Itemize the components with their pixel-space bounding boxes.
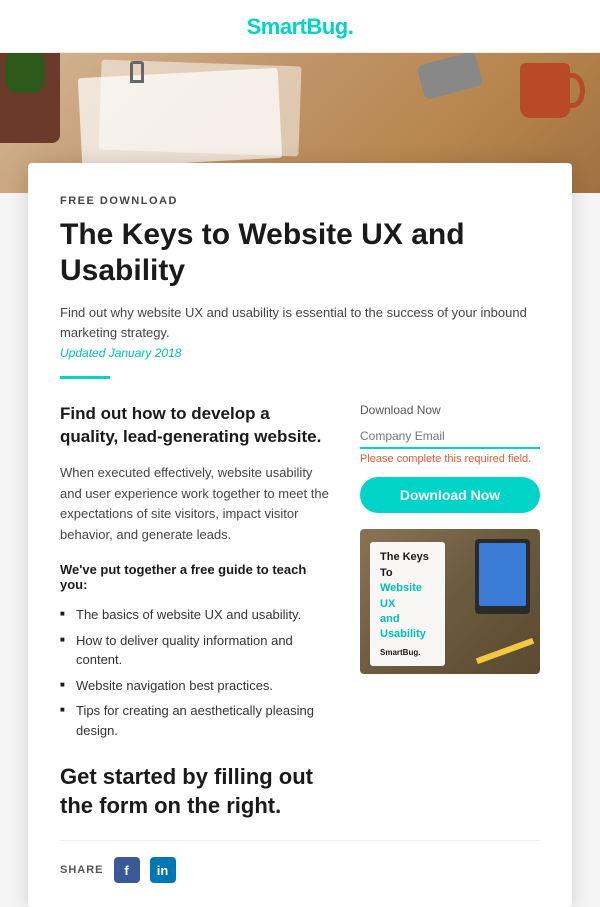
subtitle-text: Find out why website UX and usability is…: [60, 303, 540, 342]
mug-decoration: [520, 63, 570, 118]
free-download-label: FREE DOWNLOAD: [60, 195, 540, 207]
updated-date: Updated January 2018: [60, 346, 540, 360]
book-cover-logo: SmartBug.: [380, 647, 435, 658]
book-cover-card: The Keys To Website UX and Usability Sma…: [370, 542, 445, 666]
book-cover-image: The Keys To Website UX and Usability Sma…: [360, 529, 540, 674]
linkedin-icon[interactable]: in: [150, 857, 176, 883]
list-item: The basics of website UX and usability.: [60, 602, 332, 628]
phone-decoration: [416, 53, 483, 100]
share-row: SHARE f in: [60, 840, 540, 883]
list-item: Website navigation best practices.: [60, 673, 332, 699]
paper-decoration-1: [78, 68, 282, 168]
logo-text: SmartBug.: [247, 14, 354, 39]
book-title-line1: The Keys To: [380, 551, 429, 578]
section-heading: Find out how to develop a quality, lead-…: [60, 403, 332, 449]
main-title: The Keys to Website UX and Usability: [60, 217, 540, 289]
list-item: Tips for creating an aesthetically pleas…: [60, 698, 332, 743]
left-column: Find out how to develop a quality, lead-…: [60, 403, 332, 840]
plant-decoration: [0, 53, 60, 143]
bullet-list: The basics of website UX and usability. …: [60, 602, 332, 743]
main-card: FREE DOWNLOAD The Keys to Website UX and…: [28, 163, 572, 907]
book-cover-overlay: The Keys To Website UX and Usability Sma…: [360, 534, 540, 674]
content-columns: Find out how to develop a quality, lead-…: [60, 403, 540, 840]
facebook-icon[interactable]: f: [114, 857, 140, 883]
email-field[interactable]: [360, 425, 540, 449]
site-logo: SmartBug.: [0, 14, 600, 40]
download-now-label: Download Now: [360, 403, 540, 417]
download-button[interactable]: Download Now: [360, 477, 540, 513]
error-message: Please complete this required field.: [360, 453, 540, 465]
teal-divider: [60, 376, 110, 379]
clip-decoration: [130, 61, 144, 83]
book-title-line2: Website UX: [380, 582, 422, 609]
cta-heading: Get started by filling out the form on t…: [60, 763, 332, 820]
body-text: When executed effectively, website usabi…: [60, 463, 332, 546]
right-column: Download Now Please complete this requir…: [360, 403, 540, 840]
list-item: How to deliver quality information and c…: [60, 628, 332, 673]
bold-intro: We've put together a free guide to teach…: [60, 562, 332, 592]
book-title-line3: and Usability: [380, 613, 426, 640]
share-label: SHARE: [60, 864, 104, 876]
site-header: SmartBug.: [0, 0, 600, 53]
